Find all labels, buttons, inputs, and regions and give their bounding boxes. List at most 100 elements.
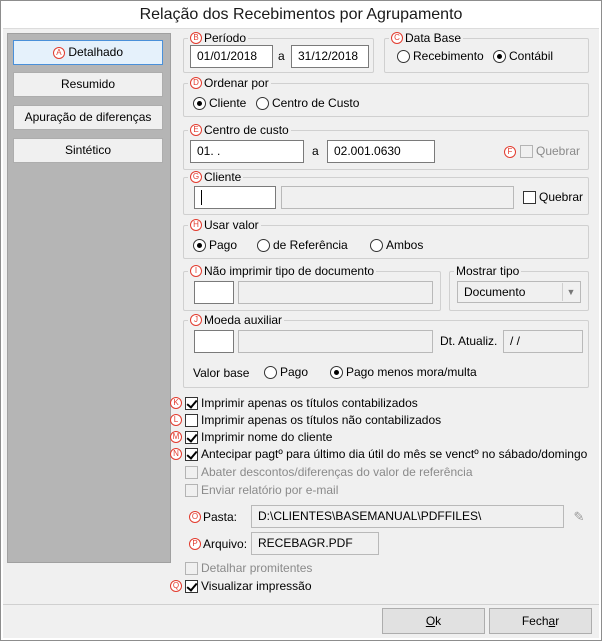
abater-descontos-checkbox[interactable]: Abater descontos/diferenças do valor de … [185,465,473,479]
checkbox-label: Abater descontos/diferenças do valor de … [201,465,473,479]
radio-icon [370,238,383,252]
periodo-start-input[interactable]: 01/01/2018 [190,45,273,68]
chevron-down-icon: ▼ [562,283,579,301]
centro-custo-separator: a [312,144,319,158]
periodo-end-input[interactable]: 31/12/2018 [291,45,369,68]
enviar-email-checkbox[interactable]: Enviar relatório por e-mail [185,483,338,497]
checkbox-label: Detalhar promitentes [201,561,313,575]
marker-a: A [52,46,65,59]
marker-d: D [190,77,202,89]
nao-imprimir-group: I Não imprimir tipo de documento [183,264,441,311]
arquivo-field: RECEBAGR.PDF [251,532,379,555]
radio-icon [193,96,206,110]
cliente-code-input[interactable] [194,186,276,209]
window-title: Relação dos Recebimentos por Agrupamento [1,1,601,28]
cliente-quebrar-checkbox[interactable]: Quebrar [523,190,583,204]
checkbox-label: Quebrar [536,144,581,158]
nav-detalhado-button[interactable]: A Detalhado [13,40,163,65]
usar-valor-pago-radio[interactable]: Pago [193,238,237,252]
ordenar-centro-custo-radio[interactable]: Centro de Custo [256,96,359,110]
checkbox-label: Quebrar [539,190,584,204]
periodo-label: Período [204,31,247,45]
moeda-auxiliar-group: J Moeda auxiliar Dt. Atualiz. / / Valor … [183,313,589,388]
checkbox-icon [185,447,198,461]
data-base-recebimento-radio[interactable]: Recebimento [397,49,484,63]
valor-base-pago-menos-radio[interactable]: Pago menos mora/multa [330,365,477,379]
centro-custo-label: Centro de custo [204,123,289,137]
pasta-label: Pasta: [203,510,238,524]
radio-icon [493,49,506,63]
usar-valor-referencia-radio[interactable]: de Referência [257,238,348,252]
checkbox-icon [185,483,198,497]
marker-f: F [504,146,516,158]
mostrar-tipo-select[interactable]: Documento ▼ [457,281,581,303]
valor-base-pago-radio[interactable]: Pago [264,365,308,379]
usar-valor-ambos-radio[interactable]: Ambos [370,238,423,252]
fechar-label-post: r [555,614,560,628]
nao-imprimir-desc-field [238,281,433,304]
nav-resumido-button[interactable]: Resumido [13,72,163,97]
marker-m: M [170,431,182,443]
dt-atualiz-label: Dt. Atualiz. [440,334,498,348]
data-base-label: Data Base [405,31,462,45]
radio-icon [193,238,206,252]
nav-detalhado-label: Detalhado [68,45,124,59]
ok-button[interactable]: Ok [382,608,485,634]
nav-apuracao-button[interactable]: Apuração de diferenças [13,105,163,130]
antecipar-pagto-checkbox[interactable]: Antecipar pagtº para último dia útil do … [185,447,587,461]
radio-label: Ambos [386,238,424,252]
centro-custo-legend: E Centro de custo [188,123,291,137]
marker-g: G [190,171,202,183]
detalhar-promitentes-checkbox[interactable]: Detalhar promitentes [185,561,312,575]
centro-custo-group: E Centro de custo 01. . a 02.001.0630 F … [183,123,589,170]
ok-accelerator: O [425,614,436,628]
radio-label: Pago menos mora/multa [346,365,477,379]
moeda-legend: J Moeda auxiliar [188,313,285,327]
dialog-body: A Detalhado Resumido Apuração de diferen… [3,28,599,638]
centro-custo-quebrar-checkbox[interactable]: Quebrar [520,144,580,158]
mostrar-tipo-value: Documento [464,285,526,299]
marker-h: H [190,219,202,231]
moeda-desc-field [238,330,433,353]
radio-label: Cliente [209,96,247,110]
ordenar-cliente-radio[interactable]: Cliente [193,96,246,110]
checkbox-icon [520,144,533,158]
imprimir-nome-cliente-checkbox[interactable]: Imprimir nome do cliente [185,430,332,444]
usar-valor-label: Usar valor [204,218,259,232]
imprimir-contabilizados-checkbox[interactable]: Imprimir apenas os títulos contabilizado… [185,396,418,410]
report-type-nav: A Detalhado Resumido Apuração de diferen… [7,33,171,563]
marker-i: I [190,265,202,277]
arquivo-label: Arquivo: [203,537,248,551]
nav-sintetico-button[interactable]: Sintético [13,138,163,163]
periodo-legend: B Período [188,31,249,45]
marker-p: P [189,538,201,550]
fechar-label-pre: Fech [521,614,549,628]
checkbox-icon [185,465,198,479]
mostrar-tipo-legend: Mostrar tipo [454,264,522,278]
ordenar-label: Ordenar por [204,76,269,90]
marker-c: C [391,32,403,44]
centro-custo-start-input[interactable]: 01. . [190,140,304,163]
cliente-group: G Cliente Quebrar [183,170,589,215]
visualizar-impressao-checkbox[interactable]: Visualizar impressão [185,579,312,593]
radio-label: Pago [209,238,238,252]
fechar-button[interactable]: Fechar [489,608,592,634]
radio-label: Centro de Custo [272,96,360,110]
checkbox-label: Imprimir nome do cliente [201,430,333,444]
cliente-legend: G Cliente [188,170,244,184]
centro-custo-end-input[interactable]: 02.001.0630 [327,140,435,163]
folder-browse-icon[interactable]: ✎ [568,509,590,525]
radio-icon [397,49,410,63]
report-dialog: Relação dos Recebimentos por Agrupamento… [0,0,602,641]
imprimir-nao-contabilizados-checkbox[interactable]: Imprimir apenas os títulos não contabili… [185,413,441,427]
nao-imprimir-code-input[interactable] [194,281,234,304]
marker-b: B [190,32,202,44]
radio-icon [257,238,270,252]
data-base-group: C Data Base Recebimento Contábil [384,31,589,73]
checkbox-icon [185,413,198,427]
radio-label: Contábil [509,49,554,63]
checkbox-label: Imprimir apenas os títulos não contabili… [201,413,442,427]
data-base-contabil-radio[interactable]: Contábil [493,49,553,63]
moeda-code-input[interactable] [194,330,234,353]
checkbox-icon [523,190,536,204]
